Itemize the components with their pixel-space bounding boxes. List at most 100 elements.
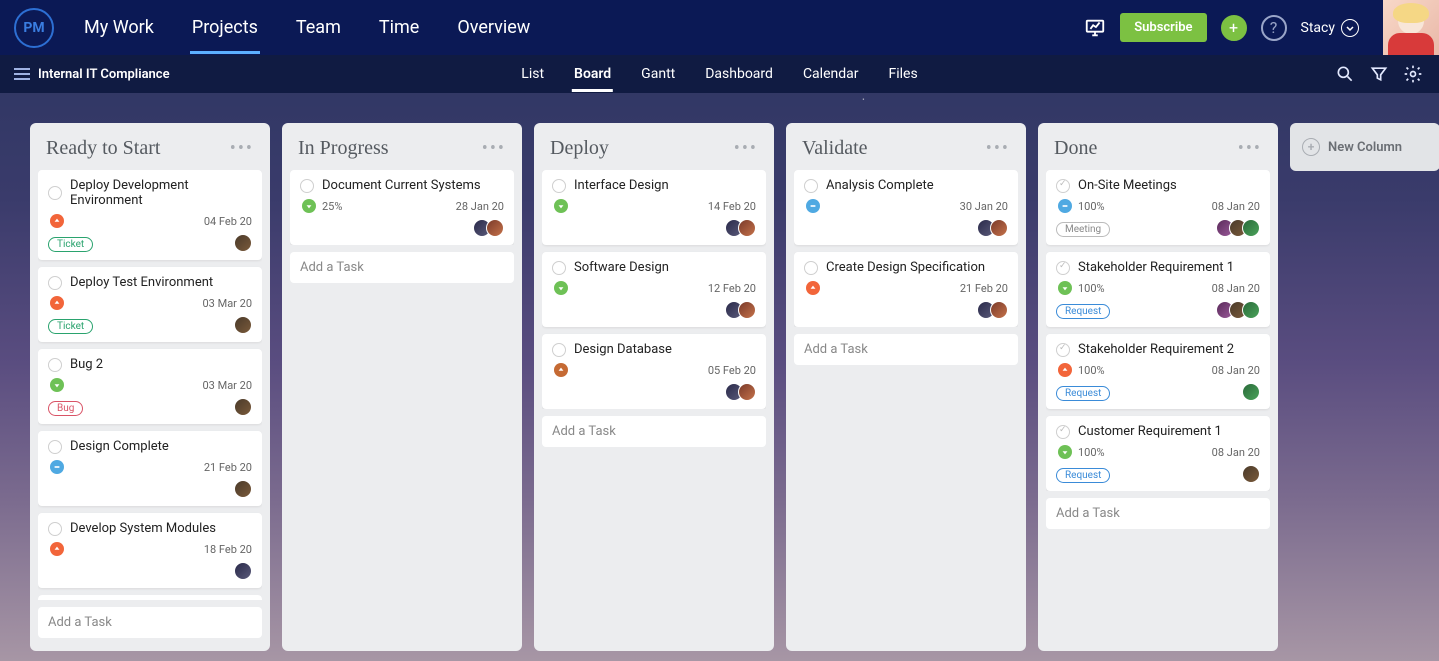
column-menu-icon[interactable]: ••• (734, 138, 758, 159)
task-title: Deploy Test Environment (70, 275, 213, 290)
help-button[interactable]: ? (1261, 15, 1287, 41)
status-circle-icon[interactable] (804, 179, 818, 193)
app-logo[interactable]: PM (14, 8, 54, 48)
tab-board[interactable]: Board (572, 56, 613, 92)
nav-team[interactable]: Team (294, 1, 343, 54)
task-card[interactable]: Customer Requirement 1100%08 Jan 20Reque… (1046, 416, 1270, 491)
project-title-area[interactable]: Internal IT Compliance (0, 67, 170, 82)
add-task-button[interactable]: Add a Task (38, 607, 262, 638)
task-card[interactable]: Bug 203 Mar 20Bug (38, 349, 262, 424)
avatar (234, 234, 252, 252)
new-column-button[interactable]: +New Column (1290, 123, 1439, 171)
priority-icon (1058, 445, 1072, 459)
assignee-avatars (234, 316, 252, 334)
priority-icon (806, 281, 820, 295)
card-list: On-Site Meetings100%08 Jan 20MeetingStak… (1046, 170, 1270, 491)
add-task-button[interactable]: Add a Task (290, 252, 514, 283)
user-avatar[interactable] (1383, 0, 1439, 55)
add-task-button[interactable]: Add a Task (1046, 498, 1270, 529)
status-circle-icon[interactable] (1056, 343, 1070, 357)
priority-icon (1058, 199, 1072, 213)
task-card[interactable]: Integrate System Modules27 Feb 20 (38, 595, 262, 600)
status-circle-icon[interactable] (300, 179, 314, 193)
status-circle-icon[interactable] (48, 186, 62, 200)
status-circle-icon[interactable] (552, 343, 566, 357)
task-card[interactable]: Stakeholder Requirement 2100%08 Jan 20Re… (1046, 334, 1270, 409)
column-title: Ready to Start (46, 137, 160, 160)
avatar (234, 480, 252, 498)
status-circle-icon[interactable] (552, 261, 566, 275)
task-card[interactable]: Interface Design14 Feb 20 (542, 170, 766, 245)
column-menu-icon[interactable]: ••• (230, 138, 254, 159)
assignee-avatars (1242, 383, 1260, 401)
task-card[interactable]: Develop System Modules18 Feb 20 (38, 513, 262, 588)
task-card[interactable]: Create Design Specification 21 Feb 20 (794, 252, 1018, 327)
gear-icon[interactable] (1403, 64, 1423, 84)
tab-list[interactable]: List (519, 56, 546, 92)
subscribe-button[interactable]: Subscribe (1120, 13, 1206, 42)
filter-icon[interactable] (1369, 64, 1389, 84)
task-card[interactable]: Document Current Systems25%28 Jan 20 (290, 170, 514, 245)
project-subbar: Internal IT Compliance List Board Gantt … (0, 55, 1439, 93)
column-menu-icon[interactable]: ••• (986, 138, 1010, 159)
assignee-avatars (1242, 465, 1260, 483)
task-card[interactable]: Stakeholder Requirement 1100%08 Jan 20Re… (1046, 252, 1270, 327)
card-list: Analysis Complete30 Jan 20Create Design … (794, 170, 1018, 327)
priority-icon (554, 199, 568, 213)
tab-calendar[interactable]: Calendar (801, 56, 861, 92)
column-menu-icon[interactable]: ••• (482, 138, 506, 159)
task-title: Create Design Specification (826, 260, 985, 275)
task-title: Software Design (574, 260, 669, 275)
status-circle-icon[interactable] (48, 358, 62, 372)
subbar-tools (1335, 64, 1439, 84)
due-date: 21 Feb 20 (960, 282, 1008, 295)
task-card[interactable]: Design Complete21 Feb 20 (38, 431, 262, 506)
column-menu-icon[interactable]: ••• (1238, 138, 1262, 159)
tab-dashboard[interactable]: Dashboard (703, 56, 775, 92)
task-tag: Ticket (48, 237, 93, 252)
add-task-button[interactable]: Add a Task (794, 334, 1018, 365)
task-card[interactable]: Software Design12 Feb 20 (542, 252, 766, 327)
status-circle-icon[interactable] (804, 261, 818, 275)
presentation-icon[interactable] (1084, 17, 1106, 39)
task-card[interactable]: Deploy Test Environment03 Mar 20Ticket (38, 267, 262, 342)
status-circle-icon[interactable] (1056, 261, 1070, 275)
due-date: 08 Jan 20 (1212, 282, 1260, 295)
assignee-avatars (725, 301, 756, 319)
task-title: On-Site Meetings (1078, 178, 1177, 193)
task-card[interactable]: On-Site Meetings100%08 Jan 20Meeting (1046, 170, 1270, 245)
add-button[interactable]: + (1221, 15, 1247, 41)
nav-my-work[interactable]: My Work (82, 1, 156, 54)
due-date: 08 Jan 20 (1212, 364, 1260, 377)
nav-time[interactable]: Time (377, 1, 421, 54)
avatar (990, 219, 1008, 237)
nav-projects[interactable]: Projects (190, 1, 260, 54)
task-card[interactable]: Deploy Development Environment04 Feb 20T… (38, 170, 262, 260)
column-header: Done••• (1046, 133, 1270, 170)
avatar (738, 301, 756, 319)
task-card[interactable]: Analysis Complete30 Jan 20 (794, 170, 1018, 245)
main-nav: My Work Projects Team Time Overview (82, 1, 532, 54)
nav-overview[interactable]: Overview (455, 1, 532, 54)
menu-icon (14, 68, 30, 80)
search-icon[interactable] (1335, 64, 1355, 84)
column-header: Deploy••• (542, 133, 766, 170)
status-circle-icon[interactable] (48, 276, 62, 290)
avatar (234, 398, 252, 416)
new-column-label: New Column (1328, 140, 1402, 155)
user-menu[interactable]: Stacy (1301, 19, 1359, 37)
task-tag: Bug (48, 401, 83, 416)
due-date: 30 Jan 20 (960, 200, 1008, 213)
add-task-button[interactable]: Add a Task (542, 416, 766, 447)
tab-gantt[interactable]: Gantt (639, 56, 677, 92)
status-circle-icon[interactable] (1056, 425, 1070, 439)
status-circle-icon[interactable] (48, 440, 62, 454)
assignee-avatars (977, 219, 1008, 237)
status-circle-icon[interactable] (1056, 179, 1070, 193)
status-circle-icon[interactable] (48, 522, 62, 536)
tab-files[interactable]: Files (886, 56, 919, 92)
status-circle-icon[interactable] (552, 179, 566, 193)
task-title: Stakeholder Requirement 1 (1078, 260, 1234, 275)
priority-icon (50, 214, 64, 228)
task-card[interactable]: Design Database05 Feb 20 (542, 334, 766, 409)
